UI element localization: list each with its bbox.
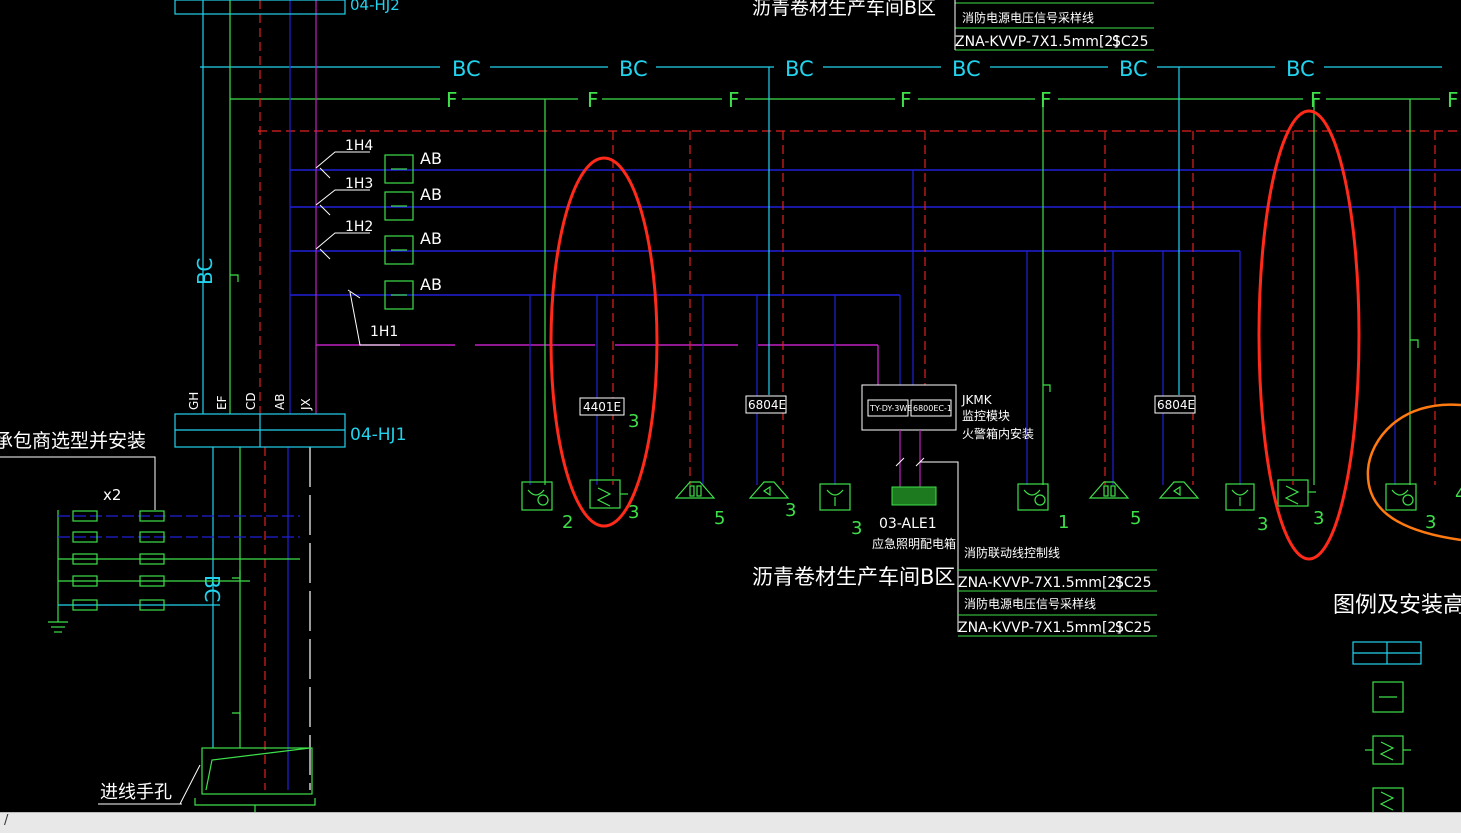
module-id: 1H1 xyxy=(370,324,398,340)
device-count: 3 xyxy=(851,518,862,539)
cable-note-conduit: SC25 xyxy=(1115,620,1151,636)
device-count: 3 xyxy=(785,500,796,521)
device-count: 2 xyxy=(562,512,573,533)
jkmk-line2: 火警箱内安装 xyxy=(962,426,1034,441)
f-label: F xyxy=(728,88,740,112)
junction-box-label: 04-HJ1 xyxy=(350,425,406,445)
cable-note-title: 消防电源电压信号采样线 xyxy=(962,10,1094,25)
panel-name: 03-ALE1 xyxy=(879,516,937,532)
riser-label-cd: CD xyxy=(244,392,258,410)
left-note: 承包商选型并安装 xyxy=(0,430,146,452)
cable-note-conduit: SC25 xyxy=(1112,34,1148,50)
module-id: 1H4 xyxy=(345,138,373,154)
device-tag-count: 3 xyxy=(628,411,639,432)
cable-note-title: 消防联动线控制线 xyxy=(964,545,1060,560)
annotation-circle xyxy=(549,156,659,528)
main-riser xyxy=(202,0,317,790)
cable-note-title: 消防电源电压信号采样线 xyxy=(964,596,1096,611)
bc-label: BC xyxy=(1286,57,1315,81)
f-label: F xyxy=(446,88,458,112)
riser-label-ab: AB xyxy=(273,394,287,410)
area-label-top: 沥青卷材生产车间B区 xyxy=(752,0,936,19)
legend-symbols xyxy=(1352,641,1422,812)
status-bar: / xyxy=(0,812,1461,833)
jkmk-title: JKMK xyxy=(961,393,993,407)
blue-bus xyxy=(290,169,1461,296)
bc-label: BC xyxy=(619,57,648,81)
riser-label-jx: JX xyxy=(299,398,313,411)
vertical-bus-label: BC xyxy=(200,575,224,602)
panel-desc: 应急照明配电箱 xyxy=(872,536,956,551)
device-count: 4 xyxy=(1455,484,1461,505)
device-count: 3 xyxy=(1425,512,1436,533)
device-tag: 6804E xyxy=(1157,398,1195,412)
vertical-bus-label: BC xyxy=(193,258,217,285)
device-count: 5 xyxy=(714,508,725,529)
emergency-panel[interactable] xyxy=(891,486,937,506)
jkmk-cell: TY-DY-3WE xyxy=(869,404,912,413)
device-count: 1 xyxy=(1058,512,1069,533)
module-boxes[interactable] xyxy=(384,154,414,310)
junction-box-hj1[interactable] xyxy=(174,413,346,448)
legend-title: 图例及安装高度 xyxy=(1333,593,1461,618)
cable-note-spec: ZNA-KVVP-7X1.5mm[2] xyxy=(958,575,1122,591)
cad-drawing-canvas[interactable]: BC BC BC BC BC BC F F F F F F F 04-HJ2 B… xyxy=(0,0,1461,812)
f-label: F xyxy=(900,88,912,112)
cable-note-spec: ZNA-KVVP-7X1.5mm[2] xyxy=(958,620,1122,636)
module-tag: AB xyxy=(420,229,442,248)
f-label: F xyxy=(1310,88,1322,112)
jkmk-cell: 6800EC-1 xyxy=(913,404,952,413)
status-text: / xyxy=(4,813,9,828)
module-id: 1H2 xyxy=(345,219,373,235)
f-label: F xyxy=(587,88,599,112)
bc-label: BC xyxy=(1119,57,1148,81)
cable-note-spec: ZNA-KVVP-7X1.5mm[2] xyxy=(955,34,1119,50)
riser-label-gh: GH xyxy=(187,392,201,410)
device-count: 3 xyxy=(1257,514,1268,535)
bc-label: BC xyxy=(452,57,481,81)
area-label: 沥青卷材生产车间B区 xyxy=(752,565,955,589)
module-tag: AB xyxy=(420,149,442,168)
device-symbols[interactable] xyxy=(521,479,1417,511)
module-tag: AB xyxy=(420,185,442,204)
junction-box-label: 04-HJ2 xyxy=(350,0,400,14)
module-tag: AB xyxy=(420,275,442,294)
bc-label: BC xyxy=(785,57,814,81)
device-count: 5 xyxy=(1130,508,1141,529)
multiplier-label: x2 xyxy=(103,486,121,504)
entry-label: 进线手孔 xyxy=(100,782,172,803)
device-count: 3 xyxy=(1313,508,1324,529)
f-label: F xyxy=(1040,88,1052,112)
cable-note-conduit: SC25 xyxy=(1115,575,1151,591)
annotation-arc xyxy=(1366,403,1461,542)
left-feeder-block xyxy=(48,510,300,633)
riser-label-ef: EF xyxy=(215,395,229,410)
jkmk-line1: 监控模块 xyxy=(962,409,1010,423)
entry-hand-hole[interactable] xyxy=(194,747,316,812)
device-tag: 6804E xyxy=(748,398,786,412)
bc-label: BC xyxy=(952,57,981,81)
f-label: F xyxy=(1447,88,1459,112)
module-id: 1H3 xyxy=(345,176,373,192)
device-tag: 4401E xyxy=(583,400,621,414)
